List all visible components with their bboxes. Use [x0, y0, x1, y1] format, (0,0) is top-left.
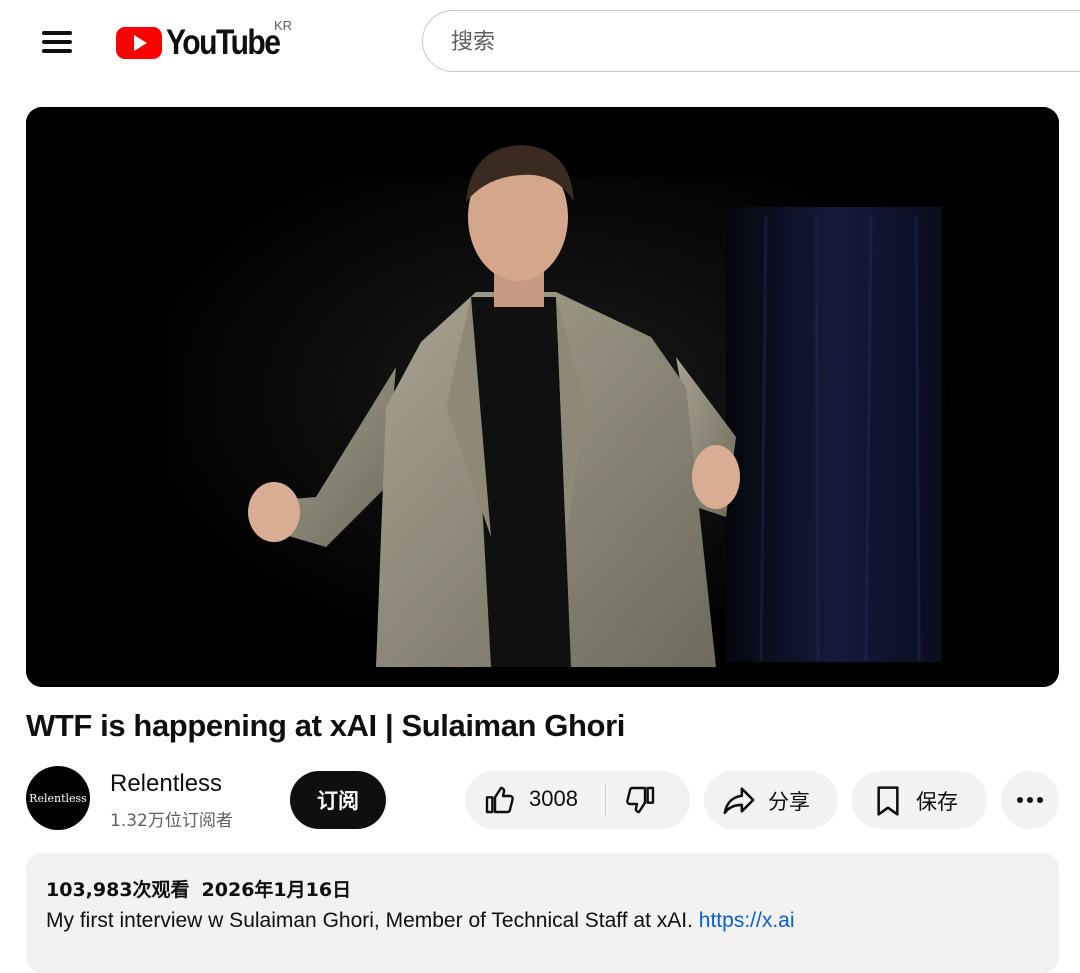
like-dislike-group: 3008	[465, 771, 690, 829]
hamburger-menu-icon	[42, 31, 72, 35]
video-meta: 103,983次观看 2026年1月16日	[46, 875, 351, 902]
channel-avatar[interactable]: Relentless	[26, 766, 90, 830]
save-button[interactable]: 保存	[852, 771, 987, 829]
description-body: My first interview w Sulaiman Ghori, Mem…	[46, 909, 699, 932]
youtube-logo[interactable]: YouTube KR	[116, 18, 296, 66]
thumbs-down-icon	[626, 786, 655, 814]
description-link[interactable]: https://x.ai	[699, 909, 795, 932]
thumbs-up-icon	[485, 786, 514, 814]
menu-button[interactable]	[36, 24, 80, 60]
search-box[interactable]	[422, 10, 1080, 72]
video-thumbnail	[26, 107, 1059, 687]
more-horizontal-icon	[1017, 797, 1023, 803]
upload-date: 2026年1月16日	[201, 879, 352, 901]
dislike-button[interactable]	[606, 771, 690, 829]
logo-text: YouTube	[166, 23, 281, 62]
view-count: 103,983次观看	[46, 879, 190, 901]
bookmark-icon	[877, 786, 899, 816]
description-text: My first interview w Sulaiman Ghori, Mem…	[46, 909, 795, 933]
hamburger-menu-icon-bar	[42, 40, 72, 44]
more-actions-button[interactable]	[1001, 771, 1059, 829]
share-label: 分享	[768, 790, 810, 814]
channel-name[interactable]: Relentless	[110, 770, 222, 798]
share-arrow-icon	[723, 787, 755, 815]
search-input[interactable]	[449, 23, 1013, 61]
subscribe-button[interactable]: 订阅	[290, 771, 386, 829]
save-label: 保存	[916, 790, 958, 814]
hamburger-menu-icon-bar	[42, 49, 72, 53]
youtube-play-icon	[116, 27, 162, 59]
description-box[interactable]: 103,983次观看 2026年1月16日 My first interview …	[26, 853, 1059, 973]
video-player[interactable]	[26, 107, 1059, 687]
like-button[interactable]: 3008	[465, 771, 605, 829]
subscriber-count: 1.32万位订阅者	[110, 811, 233, 831]
share-button[interactable]: 分享	[704, 771, 838, 829]
more-dot	[1037, 797, 1043, 803]
video-title: WTF is happening at xAI | Sulaiman Ghori	[26, 708, 625, 743]
country-code: KR	[274, 18, 293, 33]
like-count: 3008	[529, 786, 578, 811]
more-dot	[1027, 797, 1033, 803]
